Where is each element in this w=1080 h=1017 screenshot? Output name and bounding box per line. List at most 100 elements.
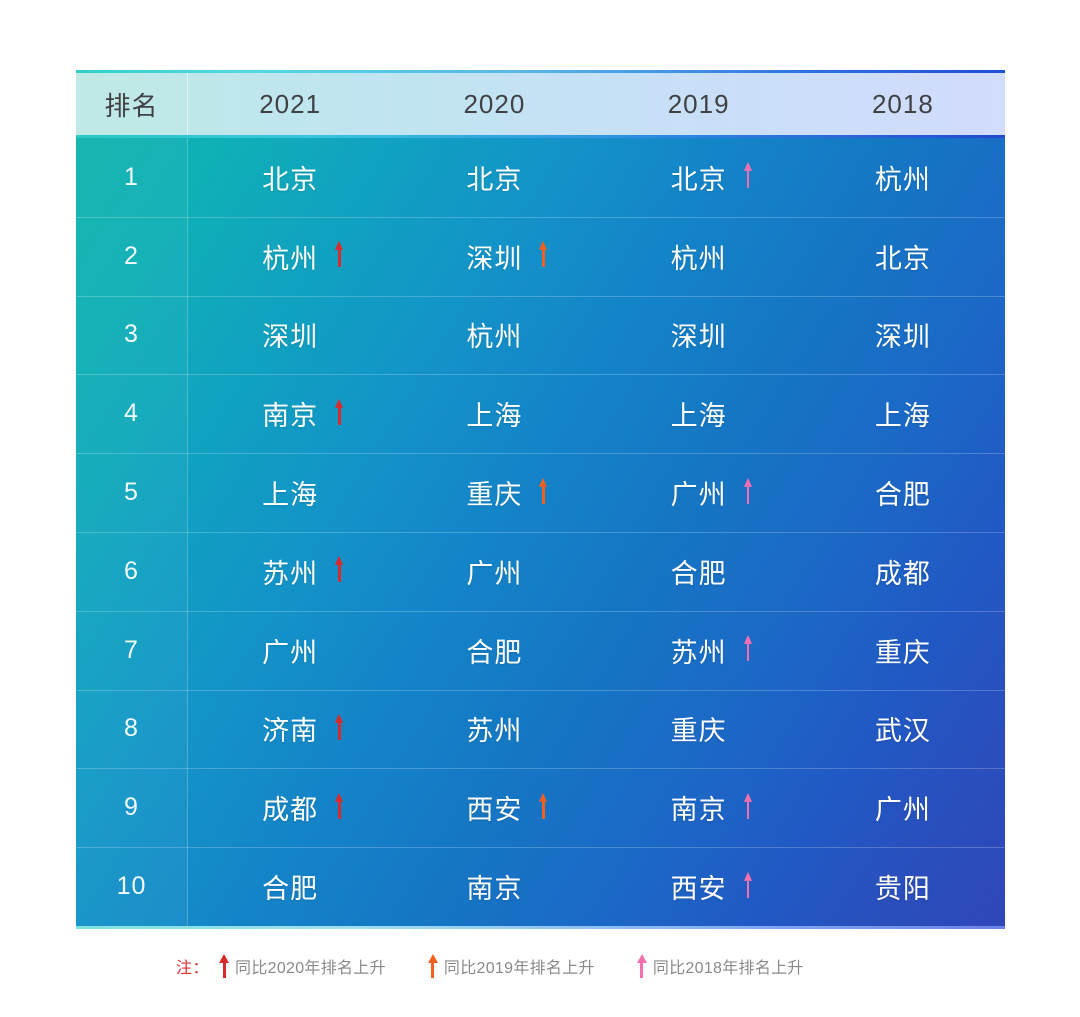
table-row: 10 合肥 南京 西安 贵阳 xyxy=(76,847,1005,926)
rank-cell: 10 xyxy=(76,847,188,926)
city-cell-2019: 合肥 xyxy=(597,532,801,611)
city-cell-2019: 重庆 xyxy=(597,690,801,769)
city-box: 杭州 xyxy=(875,158,931,197)
legend-arrow-up-icon xyxy=(427,954,438,978)
city-name: 合肥 xyxy=(466,637,523,668)
city-box: 北京 xyxy=(262,158,318,197)
city-name: 苏州 xyxy=(670,637,727,668)
rank-value: 2 xyxy=(124,241,139,270)
rank-cell: 7 xyxy=(76,610,188,690)
rank-cell: 6 xyxy=(76,531,188,611)
city-name: 上海 xyxy=(874,401,931,432)
city-name: 重庆 xyxy=(466,480,523,511)
city-box: 南京 xyxy=(262,394,344,433)
table-row: 1 北京 北京 北京 杭州 xyxy=(76,138,1005,217)
city-box: 深圳 xyxy=(875,315,931,354)
arrow-up-icon xyxy=(335,792,344,819)
legend-item-0: 同比2020年排名上升 xyxy=(219,954,386,978)
rank-cell: 4 xyxy=(76,374,188,454)
city-name: 上海 xyxy=(262,480,319,511)
city-box: 北京 xyxy=(875,237,931,276)
city-cell-2019: 西安 xyxy=(597,847,801,926)
city-name: 成都 xyxy=(874,558,931,589)
city-box: 苏州 xyxy=(670,631,752,670)
city-box: 广州 xyxy=(671,473,752,512)
rank-value: 6 xyxy=(124,556,139,585)
rank-value: 9 xyxy=(124,793,139,822)
header-label-rank: 排名 xyxy=(104,90,159,121)
city-cell-2020: 西安 xyxy=(392,768,596,847)
city-name: 苏州 xyxy=(262,558,319,589)
city-name: 合肥 xyxy=(874,480,931,511)
city-name: 西安 xyxy=(466,795,523,826)
city-cell-2021: 合肥 xyxy=(188,847,392,926)
city-cell-2020: 上海 xyxy=(392,374,596,453)
ranking-table-page: 排名 2021 2020 2019 2018 1 北京 北京 北京 杭州 2 杭州 深圳 杭州北… xyxy=(0,0,1080,1017)
city-box: 成都 xyxy=(262,788,344,827)
city-cell-2019: 南京 xyxy=(597,768,801,847)
header-cell-rank: 排名 xyxy=(76,73,188,135)
legend-label: 同比2019年排名上升 xyxy=(443,960,595,977)
city-name: 深圳 xyxy=(670,322,727,353)
city-cell-2021: 南京 xyxy=(188,374,392,453)
city-box: 西安 xyxy=(466,788,548,827)
city-name: 深圳 xyxy=(874,322,931,353)
arrow-up-icon xyxy=(335,556,344,583)
legend-note-label: 注： xyxy=(176,960,210,977)
table-row: 2 杭州 深圳 杭州 北京 xyxy=(76,216,1005,296)
city-name: 北京 xyxy=(466,164,523,195)
city-box: 上海 xyxy=(262,473,318,512)
rank-value: 7 xyxy=(124,635,139,664)
arrow-up-icon xyxy=(743,162,753,189)
rank-value: 5 xyxy=(124,478,139,507)
legend-item-1: 同比2019年排名上升 xyxy=(427,954,595,978)
city-name: 北京 xyxy=(874,243,931,274)
rank-value: 3 xyxy=(124,320,139,349)
rank-cell: 9 xyxy=(76,768,188,848)
city-name: 上海 xyxy=(670,401,727,432)
rank-cell: 2 xyxy=(76,216,188,296)
arrow-up-icon xyxy=(743,792,753,819)
city-cell-2021: 上海 xyxy=(188,453,392,532)
city-cell-2021: 济南 xyxy=(188,690,392,769)
city-name: 成都 xyxy=(262,795,319,826)
city-box: 广州 xyxy=(262,631,318,670)
city-box: 重庆 xyxy=(875,631,931,670)
city-cell-2019: 深圳 xyxy=(597,296,801,375)
city-name: 广州 xyxy=(874,795,931,826)
city-name: 重庆 xyxy=(670,716,727,747)
city-name: 南京 xyxy=(262,401,319,432)
city-box: 北京 xyxy=(670,158,752,197)
city-name: 济南 xyxy=(262,716,319,747)
table-body: 1 北京 北京 北京 杭州 2 杭州 深圳 杭州 北京 3 深圳 杭州 深圳 深圳 4 南京 上海 上海 上海 5 上海重… xyxy=(76,138,1005,926)
city-name: 广州 xyxy=(466,558,523,589)
header-label-2018: 2018 xyxy=(871,88,934,119)
city-cell-2020: 苏州 xyxy=(392,690,596,769)
city-box: 广州 xyxy=(875,788,931,827)
city-box: 合肥 xyxy=(875,473,931,512)
city-cell-2020: 杭州 xyxy=(392,296,596,375)
table-bottom-rule xyxy=(76,926,1005,929)
city-cell-2021: 北京 xyxy=(188,138,392,217)
city-cell-2018: 上海 xyxy=(801,374,1005,453)
city-name: 深圳 xyxy=(466,243,523,274)
city-name: 西安 xyxy=(670,874,727,905)
table-row: 7 广州 合肥 苏州 重庆 xyxy=(76,610,1005,690)
rank-cell: 8 xyxy=(76,689,188,769)
header-cell-2018: 2018 xyxy=(801,73,1005,135)
arrow-up-icon xyxy=(335,398,344,425)
rank-cell: 3 xyxy=(76,295,188,375)
city-cell-2019: 杭州 xyxy=(597,217,801,296)
city-cell-2018: 北京 xyxy=(801,217,1005,296)
city-name: 合肥 xyxy=(670,558,727,589)
city-cell-2018: 贵阳 xyxy=(801,847,1005,926)
city-name: 北京 xyxy=(670,164,727,195)
city-name: 苏州 xyxy=(466,716,523,747)
city-ranking-table: 排名 2021 2020 2019 2018 1 北京 北京 北京 杭州 2 杭州 深圳 杭州北… xyxy=(76,70,1005,929)
city-box: 广州 xyxy=(466,552,522,591)
city-box: 济南 xyxy=(262,709,344,748)
city-cell-2021: 深圳 xyxy=(188,296,392,375)
city-box: 西安 xyxy=(670,867,752,906)
arrow-up-icon xyxy=(539,477,548,504)
table-header-row: 排名 2021 2020 2019 2018 xyxy=(76,73,1005,135)
